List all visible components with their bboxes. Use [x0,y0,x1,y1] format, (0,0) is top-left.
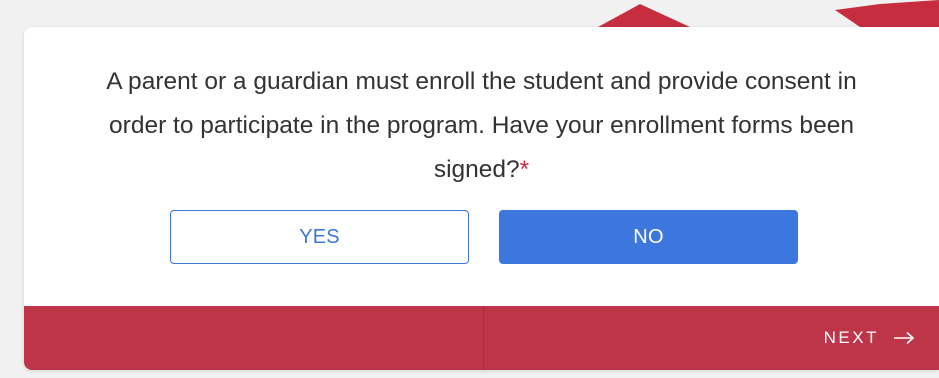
question-text-block: A parent or a guardian must enroll the s… [94,60,869,192]
no-button[interactable]: NO [499,210,798,264]
question-card: A parent or a guardian must enroll the s… [24,27,939,370]
no-button-label: NO [633,225,664,248]
footer-right-panel: NEXT [484,306,939,370]
footer-left-panel [24,306,484,370]
arrow-right-icon [893,331,915,345]
next-button-label: NEXT [823,328,879,347]
required-marker: * [519,156,530,183]
question-text: A parent or a guardian must enroll the s… [106,68,857,183]
form-footer: NEXT [24,306,939,370]
yes-button-label: YES [299,225,340,248]
yes-button[interactable]: YES [170,210,469,264]
next-button[interactable]: NEXT [824,306,915,370]
